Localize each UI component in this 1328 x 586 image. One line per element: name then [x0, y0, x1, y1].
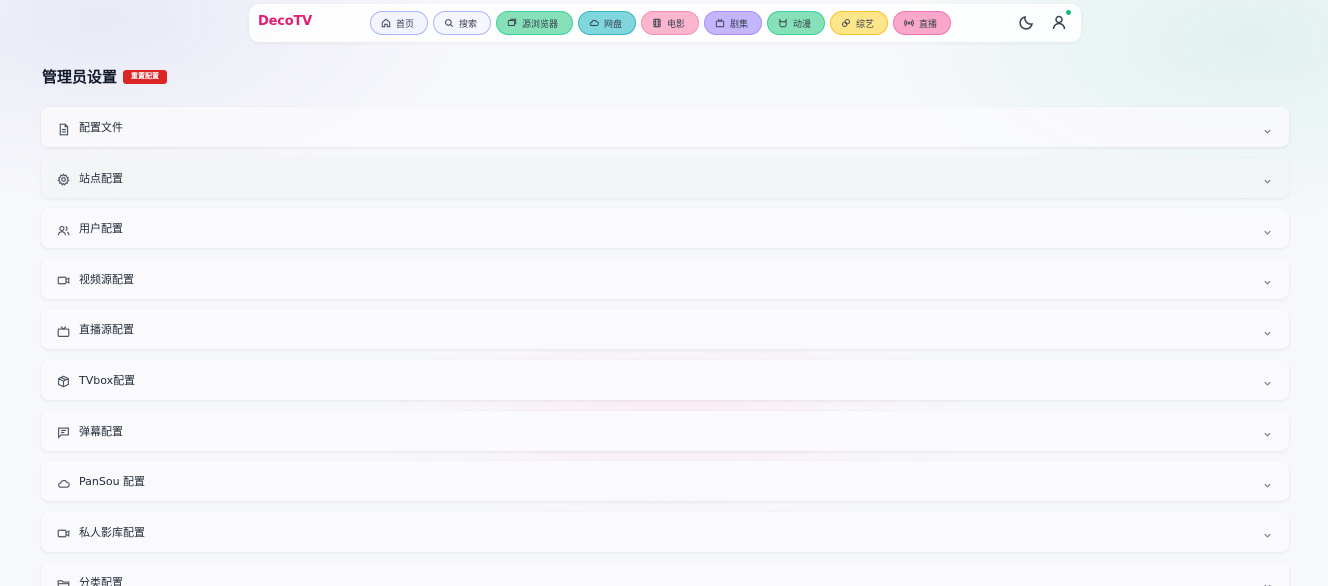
- settings-accordion: 配置文件 站点配置 用户配置 视频源配置 直播源配置 TVbox配置 弹幕配置 …: [41, 107, 1289, 586]
- section-tvbox-config[interactable]: TVbox配置: [41, 359, 1289, 400]
- page-header: 管理员设置 重置配置: [42, 66, 168, 87]
- film-icon: [653, 18, 661, 28]
- party-icon: [842, 19, 850, 27]
- chevron-down-icon: [1262, 526, 1273, 538]
- section-label: 用户配置: [79, 222, 123, 236]
- tab-source-browser[interactable]: 源浏览器: [496, 11, 573, 35]
- message-icon: [57, 424, 70, 439]
- box-icon: [57, 373, 70, 388]
- moon-icon: [1019, 16, 1033, 30]
- browser-icon: [507, 18, 517, 26]
- cloud-icon: [589, 19, 599, 26]
- file-icon: [57, 121, 70, 135]
- section-label: 直播源配置: [79, 323, 134, 337]
- tab-movie[interactable]: 电影: [641, 11, 699, 35]
- tab-label: 源浏览器: [522, 19, 559, 30]
- radio-icon: [904, 19, 914, 27]
- tab-label: 电影: [667, 19, 686, 30]
- chevron-down-icon: [1262, 172, 1273, 184]
- section-site-config[interactable]: 站点配置: [41, 157, 1289, 198]
- section-label: 私人影库配置: [79, 525, 145, 539]
- section-label: 弹幕配置: [79, 424, 123, 438]
- tv-icon: [57, 323, 70, 337]
- search-icon: [445, 19, 454, 28]
- tab-label: 首页: [396, 19, 415, 30]
- chevron-down-icon: [1262, 324, 1273, 336]
- section-label: PanSou 配置: [79, 475, 146, 489]
- chevron-down-icon: [1262, 273, 1273, 285]
- tab-home[interactable]: 首页: [370, 11, 428, 35]
- tab-label: 网盘: [604, 19, 623, 30]
- section-live-source-config[interactable]: 直播源配置: [41, 309, 1289, 350]
- tab-search[interactable]: 搜索: [433, 11, 491, 35]
- tab-label: 综艺: [856, 19, 875, 30]
- chevron-down-icon: [1262, 577, 1273, 586]
- video-icon: [57, 272, 70, 285]
- tab-anime[interactable]: 动漫: [767, 11, 825, 35]
- tab-label: 动漫: [793, 19, 812, 30]
- theme-toggle-button[interactable]: [1019, 14, 1035, 30]
- users-icon: [57, 222, 70, 236]
- cloud-icon: [57, 475, 70, 488]
- nav-actions: [1019, 9, 1072, 30]
- tab-netdisk[interactable]: 网盘: [578, 11, 636, 35]
- tab-live[interactable]: 直播: [893, 11, 951, 35]
- tv-icon: [715, 18, 725, 28]
- tab-drama[interactable]: 剧集: [704, 11, 762, 35]
- home-icon: [381, 18, 391, 28]
- tab-variety[interactable]: 综艺: [830, 11, 888, 35]
- top-nav-bar: DecoTV 首页 搜索 源浏览器 网盘 电影 剧集 动漫 综艺 直播: [249, 4, 1081, 42]
- section-category-config[interactable]: 分类配置: [41, 562, 1289, 586]
- section-label: 分类配置: [79, 576, 123, 586]
- section-label: 配置文件: [79, 121, 123, 134]
- folder-icon: [57, 576, 70, 586]
- section-private-library-config[interactable]: 私人影库配置: [41, 511, 1289, 552]
- chevron-down-icon: [1262, 476, 1273, 488]
- section-label: TVbox配置: [79, 373, 136, 387]
- tab-label: 剧集: [730, 19, 749, 30]
- section-config-file[interactable]: 配置文件: [41, 107, 1289, 147]
- online-status-dot: [1065, 9, 1072, 16]
- chevron-down-icon: [1262, 122, 1273, 134]
- user-menu-button[interactable]: [1051, 9, 1072, 30]
- cat-icon: [779, 18, 787, 28]
- app-logo[interactable]: DecoTV: [258, 14, 312, 29]
- tab-label: 直播: [919, 19, 938, 30]
- section-danmaku-config[interactable]: 弹幕配置: [41, 410, 1289, 451]
- section-pansou-config[interactable]: PanSou 配置: [41, 461, 1289, 502]
- reset-config-button[interactable]: 重置配置: [123, 69, 168, 84]
- section-video-source-config[interactable]: 视频源配置: [41, 258, 1289, 299]
- chevron-down-icon: [1262, 425, 1273, 437]
- section-label: 视频源配置: [79, 272, 134, 286]
- user-icon: [1052, 15, 1066, 30]
- gear-icon: [57, 171, 70, 186]
- nav-tabs: 首页 搜索 源浏览器 网盘 电影 剧集 动漫 综艺 直播: [370, 11, 951, 35]
- section-user-config[interactable]: 用户配置: [41, 208, 1289, 249]
- section-label: 站点配置: [79, 171, 123, 185]
- video-icon: [57, 525, 70, 538]
- page-title: 管理员设置: [42, 68, 118, 86]
- chevron-down-icon: [1262, 374, 1273, 387]
- chevron-down-icon: [1262, 223, 1273, 235]
- tab-label: 搜索: [459, 19, 478, 30]
